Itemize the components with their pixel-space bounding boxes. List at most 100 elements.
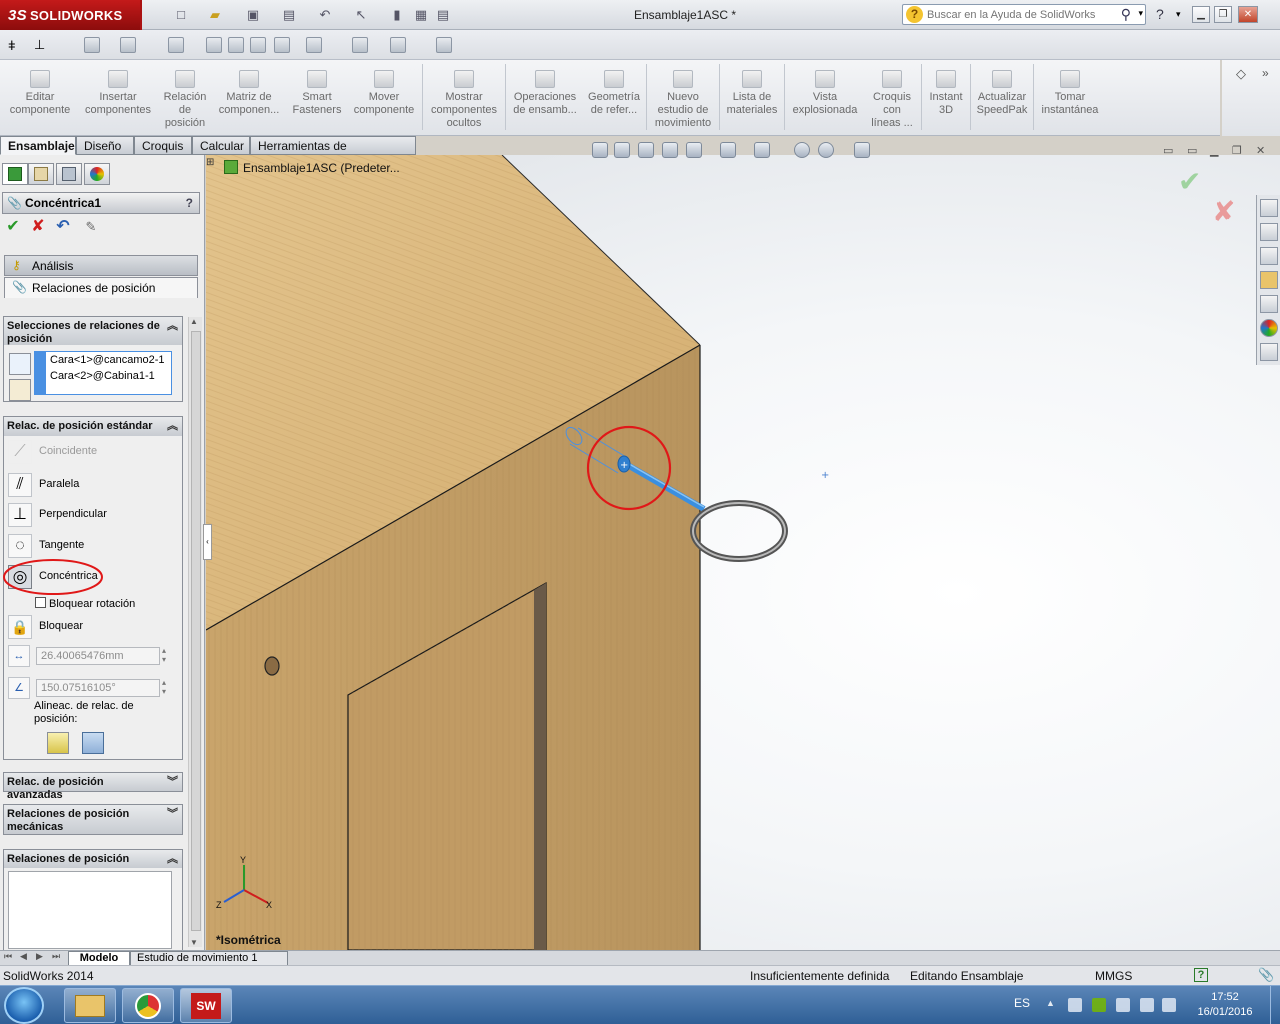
distance-icon[interactable]: ↔ bbox=[8, 645, 30, 667]
view-palette-icon[interactable] bbox=[1260, 295, 1278, 313]
help-question-icon[interactable]: ? bbox=[186, 196, 193, 210]
angle-icon[interactable]: ∠ bbox=[8, 677, 30, 699]
new-document-icon[interactable]: □ bbox=[172, 6, 190, 24]
mate-parallel[interactable]: ⫽ Paralela bbox=[8, 472, 180, 498]
nav-first-icon[interactable]: ⏮ bbox=[4, 951, 12, 962]
distance-spinner[interactable]: ▴ ▾ bbox=[162, 646, 166, 664]
scroll-up-icon[interactable]: ▲ bbox=[190, 317, 198, 326]
taskbar-chrome[interactable] bbox=[122, 988, 174, 1023]
file-properties-icon[interactable]: ▦ bbox=[412, 6, 430, 24]
system-clock[interactable]: 17:52 16/01/2016 bbox=[1180, 990, 1270, 1020]
pattern-tool-icon[interactable] bbox=[306, 37, 322, 53]
distance-input[interactable]: 26.40065476mm bbox=[36, 647, 160, 665]
tray-flag-icon[interactable] bbox=[1116, 998, 1130, 1012]
view-orientation-icon[interactable] bbox=[720, 142, 736, 158]
instant-3d-button[interactable]: Instant 3D bbox=[923, 66, 969, 132]
zoom-to-area-icon[interactable] bbox=[614, 142, 630, 158]
pin-icon[interactable]: ✎ bbox=[82, 218, 100, 236]
mate-button[interactable]: Relación de posición bbox=[158, 66, 212, 132]
assembly-features-button[interactable]: Operaciones de ensamb... bbox=[507, 66, 583, 132]
move-component-button[interactable]: Mover componente bbox=[348, 66, 420, 132]
collapse-chevron-icon[interactable]: ︽ bbox=[167, 320, 178, 333]
doc-restore-icon[interactable]: ❐ bbox=[1232, 144, 1242, 157]
feature-tool-5-icon[interactable] bbox=[274, 37, 290, 53]
feature-tool-4-icon[interactable] bbox=[250, 37, 266, 53]
save-icon[interactable]: ▣ bbox=[244, 6, 262, 24]
section-view-icon[interactable] bbox=[662, 142, 678, 158]
solidworks-resources-icon[interactable] bbox=[1260, 199, 1278, 217]
standard-mates-header[interactable]: Relac. de posición estándar ︽ bbox=[4, 417, 182, 436]
mate-coincident[interactable]: ⟋ Coincidente bbox=[8, 439, 180, 465]
tray-expand-icon[interactable]: ▲ bbox=[1046, 998, 1060, 1012]
tray-network-icon[interactable] bbox=[1140, 998, 1154, 1012]
selection-listbox[interactable]: Cara<1>@cancamo2-1 Cara<2>@Cabina1-1 bbox=[34, 351, 172, 395]
expand-chevron-icon[interactable]: » bbox=[1262, 66, 1269, 80]
mates-list-header[interactable]: Relaciones de posición ︽ bbox=[4, 850, 182, 868]
tab-calcular[interactable]: Calcular bbox=[192, 136, 250, 155]
scrollbar-thumb[interactable] bbox=[191, 331, 201, 931]
sketch-tool-icon[interactable]: ǂ bbox=[8, 38, 18, 53]
tab-ensamblaje[interactable]: Ensamblaje bbox=[0, 136, 76, 155]
feature-tool-2-icon[interactable] bbox=[206, 37, 222, 53]
component-tool-2-icon[interactable] bbox=[120, 37, 136, 53]
property-manager-tab[interactable] bbox=[28, 163, 54, 185]
confirm-cancel-icon[interactable]: ✘ bbox=[1212, 195, 1235, 228]
pane-collapse-handle[interactable]: ‹ bbox=[203, 524, 212, 560]
undo-button[interactable]: ↶ bbox=[54, 218, 72, 236]
help-search-box[interactable]: ? ⚲ ▾ bbox=[902, 4, 1146, 25]
aligned-button[interactable] bbox=[47, 732, 69, 754]
status-paperclip-icon[interactable]: 📎 bbox=[1258, 967, 1274, 983]
view-settings-icon[interactable] bbox=[854, 142, 870, 158]
anti-aligned-button[interactable] bbox=[82, 732, 104, 754]
nav-prev-icon[interactable]: ◀ bbox=[20, 951, 27, 962]
advanced-mates-header[interactable]: Relac. de posición avanzadas ︾ bbox=[4, 773, 182, 801]
selection-item[interactable]: Cara<1>@cancamo2-1 bbox=[50, 354, 165, 366]
cabinet-hole[interactable] bbox=[264, 656, 280, 676]
help-search-input[interactable] bbox=[927, 7, 1117, 22]
customize-icon[interactable]: ◇ bbox=[1236, 66, 1246, 82]
insert-components-button[interactable]: Insertar componentes bbox=[78, 66, 158, 132]
tray-windows-icon[interactable] bbox=[1068, 998, 1082, 1012]
search-icon[interactable]: ⚲ bbox=[1121, 6, 1131, 23]
taskbar-explorer[interactable] bbox=[64, 988, 116, 1023]
feature-tool-1-icon[interactable] bbox=[168, 37, 184, 53]
take-snapshot-button[interactable]: Tomar instantánea bbox=[1035, 66, 1105, 132]
display-manager-tab[interactable] bbox=[84, 163, 110, 185]
cancel-x-button[interactable]: ✘ bbox=[29, 218, 47, 236]
status-units[interactable]: MMGS bbox=[1095, 969, 1132, 983]
solidworks-logo[interactable]: 3S SOLIDWORKS bbox=[0, 0, 140, 30]
collapse-chevron-icon[interactable]: ︽ bbox=[167, 420, 178, 433]
show-desktop-button[interactable] bbox=[1270, 986, 1280, 1024]
update-speedpak-button[interactable]: Actualizar SpeedPak bbox=[972, 66, 1032, 132]
mate-perpendicular[interactable]: ⊥ Perpendicular bbox=[8, 502, 180, 528]
undo-icon[interactable]: ↶ bbox=[316, 6, 334, 24]
lock-rotation-checkbox[interactable]: Bloquear rotación bbox=[35, 597, 135, 610]
start-button[interactable] bbox=[4, 987, 44, 1024]
feature-manager-tab[interactable] bbox=[2, 163, 28, 185]
scroll-down-icon[interactable]: ▼ bbox=[190, 938, 198, 947]
mate-lock[interactable]: 🔒 Bloquear bbox=[8, 614, 180, 640]
mechanical-mates-group[interactable]: Relaciones de posición mecánicas ︾ bbox=[3, 804, 183, 835]
zoom-to-fit-icon[interactable] bbox=[592, 142, 608, 158]
explode-line-sketch-button[interactable]: Croquis con líneas ... bbox=[864, 66, 920, 132]
tab-relaciones-posicion[interactable]: 📎 Relaciones de posición bbox=[4, 277, 198, 298]
status-help[interactable]: ? bbox=[1194, 968, 1208, 982]
mate-pop-up-icon[interactable] bbox=[9, 379, 31, 401]
scene-icon[interactable] bbox=[818, 142, 834, 158]
confirm-ok-icon[interactable]: ✔ bbox=[1178, 165, 1201, 198]
tab-analisis[interactable]: ⚷ Análisis bbox=[4, 255, 198, 276]
chevron-down-icon[interactable]: ▾ bbox=[1138, 8, 1143, 19]
grid-snap-icon[interactable]: ⊥ bbox=[34, 37, 45, 53]
angle-input[interactable]: 150.07516105° bbox=[36, 679, 160, 697]
appearances-icon[interactable] bbox=[1260, 319, 1278, 337]
print-icon[interactable]: ▤ bbox=[280, 6, 298, 24]
help-menu-button[interactable]: ? bbox=[1156, 6, 1164, 22]
doc-close-icon[interactable]: ✕ bbox=[1256, 144, 1265, 157]
restore-window-button[interactable]: ❐ bbox=[1214, 6, 1232, 23]
tray-nvidia-icon[interactable] bbox=[1092, 998, 1106, 1012]
language-indicator[interactable]: ES bbox=[1014, 996, 1030, 1010]
expand-chevron-icon[interactable]: ︾ bbox=[167, 808, 178, 821]
tab-herramientas-renderizado[interactable]: Herramientas de renderizado bbox=[250, 136, 416, 167]
tile-horizontal-icon[interactable]: ▭ bbox=[1163, 144, 1173, 157]
ok-check-button[interactable]: ✔ bbox=[4, 218, 22, 236]
